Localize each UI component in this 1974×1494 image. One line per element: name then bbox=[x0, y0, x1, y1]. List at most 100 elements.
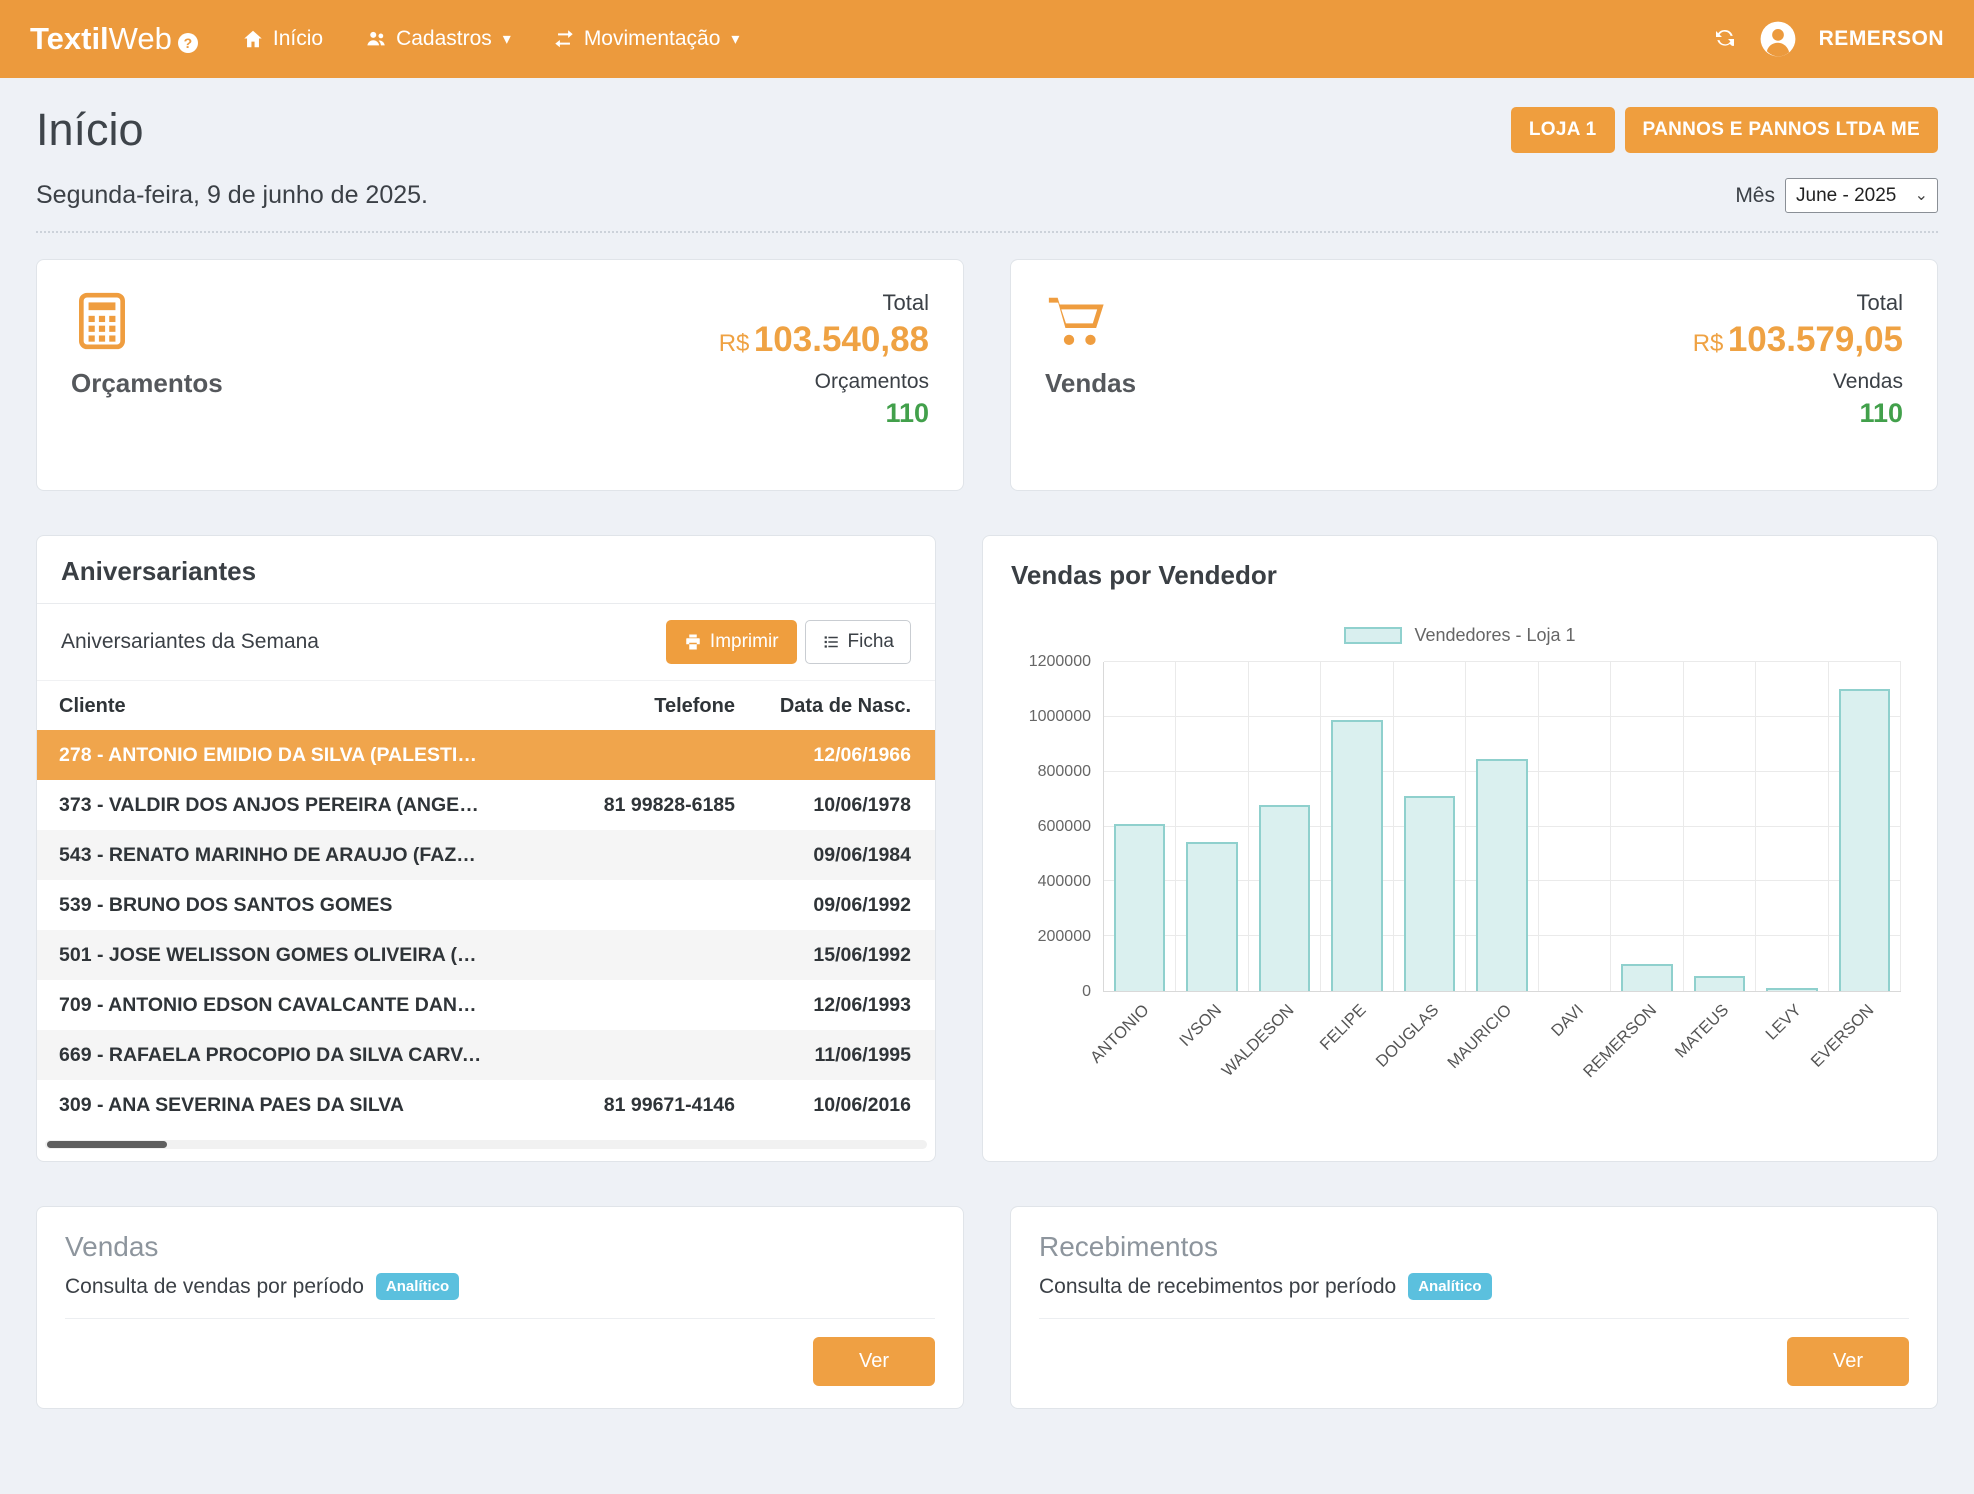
brand-logo[interactable]: TextilWeb ? bbox=[30, 21, 198, 57]
list-icon bbox=[822, 633, 840, 651]
cell-nasc: 09/06/1992 bbox=[745, 894, 935, 917]
y-tick-label: 600000 bbox=[1038, 818, 1091, 836]
bar-remerson[interactable] bbox=[1621, 964, 1672, 991]
nav-label: Início bbox=[273, 27, 323, 51]
month-select[interactable]: June - 2025 bbox=[1785, 178, 1938, 213]
ver-vendas-button[interactable]: Ver bbox=[813, 1337, 935, 1386]
bar-levy[interactable] bbox=[1766, 988, 1817, 991]
x-tick-label: WALDESON bbox=[1218, 1001, 1298, 1081]
vendas-report-card: Vendas Consulta de vendas por período An… bbox=[36, 1206, 964, 1409]
nav-item-movimentacao[interactable]: Movimentação ▾ bbox=[553, 27, 740, 51]
x-tick-label: MATEUS bbox=[1672, 1001, 1733, 1062]
chart-y-axis: 020000040000060000080000010000001200000 bbox=[1011, 662, 1103, 992]
cell-cliente: 543 - RENATO MARINHO DE ARAUJO (FAZE… bbox=[37, 844, 495, 867]
table-row[interactable]: 543 - RENATO MARINHO DE ARAUJO (FAZE… 09/… bbox=[37, 830, 935, 880]
company-button[interactable]: PANNOS E PANNOS LTDA ME bbox=[1625, 107, 1938, 153]
ficha-label: Ficha bbox=[848, 631, 894, 653]
x-tick-label: REMERSON bbox=[1579, 1001, 1660, 1082]
table-row[interactable]: 539 - BRUNO DOS SANTOS GOMES 09/06/1992 bbox=[37, 880, 935, 930]
y-tick-label: 200000 bbox=[1038, 928, 1091, 946]
print-button[interactable]: Imprimir bbox=[666, 620, 797, 664]
chart-bar-group: FELIPE bbox=[1321, 662, 1393, 991]
chart-bar-group: REMERSON bbox=[1611, 662, 1683, 991]
count-value: 110 bbox=[719, 398, 929, 429]
vendas-summary-card: Vendas Total R$ 103.579,05 Vendas 110 bbox=[1010, 259, 1938, 491]
x-tick-label: LEVY bbox=[1762, 1001, 1805, 1044]
table-row[interactable]: 501 - JOSE WELISSON GOMES OLIVEIRA (E… 15… bbox=[37, 930, 935, 980]
chart-legend[interactable]: Vendedores - Loja 1 bbox=[1011, 625, 1909, 646]
ver-recebimentos-button[interactable]: Ver bbox=[1787, 1337, 1909, 1386]
bar-waldeson[interactable] bbox=[1259, 805, 1310, 991]
cell-nasc: 10/06/2016 bbox=[745, 1094, 935, 1117]
chart-plot: ANTONIOIVSONWALDESONFELIPEDOUGLASMAURICI… bbox=[1103, 662, 1901, 992]
cell-cliente: 501 - JOSE WELISSON GOMES OLIVEIRA (E… bbox=[37, 944, 495, 967]
user-avatar-icon[interactable] bbox=[1759, 20, 1797, 58]
home-icon bbox=[242, 28, 264, 50]
page-title: Início bbox=[36, 104, 144, 156]
table-row[interactable]: 309 - ANA SEVERINA PAES DA SILVA81 99671… bbox=[37, 1080, 935, 1130]
cell-cliente: 373 - VALDIR DOS ANJOS PEREIRA (ANGELA) bbox=[37, 794, 495, 817]
scrollbar-thumb[interactable] bbox=[47, 1141, 167, 1148]
analitico-badge: Analítico bbox=[1408, 1273, 1491, 1300]
bar-mateus[interactable] bbox=[1694, 976, 1745, 991]
nav-item-cadastros[interactable]: Cadastros ▾ bbox=[365, 27, 511, 51]
bar-chart: 020000040000060000080000010000001200000 … bbox=[1011, 662, 1909, 992]
cell-nasc: 09/06/1984 bbox=[745, 844, 935, 867]
cell-nasc: 11/06/1995 bbox=[745, 1044, 935, 1067]
birthday-table-body: 278 - ANTONIO EMIDIO DA SILVA (PALESTI… 1… bbox=[37, 730, 935, 1130]
count-value: 110 bbox=[1693, 398, 1903, 429]
chart-bar-group: WALDESON bbox=[1249, 662, 1321, 991]
cell-nasc: 12/06/1966 bbox=[745, 744, 935, 767]
cart-icon bbox=[1045, 290, 1107, 352]
summary-card-name: Orçamentos bbox=[71, 368, 223, 399]
table-row[interactable]: 278 - ANTONIO EMIDIO DA SILVA (PALESTI… 1… bbox=[37, 730, 935, 780]
col-telefone: Telefone bbox=[495, 695, 745, 718]
birthdays-subtitle: Aniversariantes da Semana bbox=[61, 630, 319, 654]
legend-swatch bbox=[1344, 627, 1402, 644]
printer-icon bbox=[684, 633, 702, 651]
birthdays-card: Aniversariantes Aniversariantes da Seman… bbox=[36, 535, 936, 1162]
help-icon[interactable]: ? bbox=[178, 33, 198, 53]
dotted-divider bbox=[36, 231, 1938, 233]
bar-everson[interactable] bbox=[1839, 689, 1890, 991]
cell-cliente: 278 - ANTONIO EMIDIO DA SILVA (PALESTI… bbox=[37, 744, 495, 767]
cell-nasc: 15/06/1992 bbox=[745, 944, 935, 967]
bar-douglas[interactable] bbox=[1404, 796, 1455, 991]
table-header: Cliente Telefone Data de Nasc. bbox=[37, 681, 935, 730]
top-navbar: TextilWeb ? Início Cadastros ▾ Movimenta… bbox=[0, 0, 1974, 78]
month-label: Mês bbox=[1735, 184, 1775, 208]
bar-felipe[interactable] bbox=[1331, 720, 1382, 991]
nav-item-inicio[interactable]: Início bbox=[242, 27, 323, 51]
report-title: Recebimentos bbox=[1039, 1231, 1909, 1263]
nav-label: Movimentação bbox=[584, 27, 721, 51]
chart-cells: ANTONIOIVSONWALDESONFELIPEDOUGLASMAURICI… bbox=[1104, 662, 1901, 991]
cell-telefone: 81 99828-6185 bbox=[495, 794, 745, 817]
table-row[interactable]: 373 - VALDIR DOS ANJOS PEREIRA (ANGELA)8… bbox=[37, 780, 935, 830]
refresh-button[interactable] bbox=[1713, 26, 1737, 53]
report-description: Consulta de recebimentos por período bbox=[1039, 1275, 1396, 1299]
bar-ivson[interactable] bbox=[1186, 842, 1237, 991]
current-date: Segunda-feira, 9 de junho de 2025. bbox=[36, 181, 428, 210]
bar-mauricio[interactable] bbox=[1476, 759, 1527, 991]
cell-cliente: 309 - ANA SEVERINA PAES DA SILVA bbox=[37, 1094, 495, 1117]
main-nav: Início Cadastros ▾ Movimentação ▾ bbox=[242, 27, 740, 51]
x-tick-label: IVSON bbox=[1176, 1001, 1226, 1051]
cell-cliente: 539 - BRUNO DOS SANTOS GOMES bbox=[37, 894, 495, 917]
cell-telefone: 81 99671-4146 bbox=[495, 1094, 745, 1117]
summary-card-name: Vendas bbox=[1045, 368, 1136, 399]
bar-antonio[interactable] bbox=[1114, 824, 1165, 991]
caret-down-icon: ▾ bbox=[503, 29, 511, 49]
x-tick-label: DOUGLAS bbox=[1372, 1001, 1442, 1071]
birthdays-title: Aniversariantes bbox=[61, 556, 911, 587]
chart-bar-group: LEVY bbox=[1756, 662, 1828, 991]
store-button[interactable]: LOJA 1 bbox=[1511, 107, 1615, 153]
report-description: Consulta de vendas por período bbox=[65, 1275, 364, 1299]
horizontal-scrollbar[interactable] bbox=[45, 1140, 927, 1149]
ficha-button[interactable]: Ficha bbox=[805, 620, 911, 664]
table-row[interactable]: 669 - RAFAELA PROCOPIO DA SILVA CARVA…11… bbox=[37, 1030, 935, 1080]
user-name[interactable]: REMERSON bbox=[1819, 27, 1944, 51]
table-row[interactable]: 709 - ANTONIO EDSON CAVALCANTE DANTAS12/… bbox=[37, 980, 935, 1030]
col-cliente: Cliente bbox=[37, 695, 495, 718]
count-label: Vendas bbox=[1693, 370, 1903, 394]
brand-textil: TextilWeb bbox=[30, 21, 172, 57]
